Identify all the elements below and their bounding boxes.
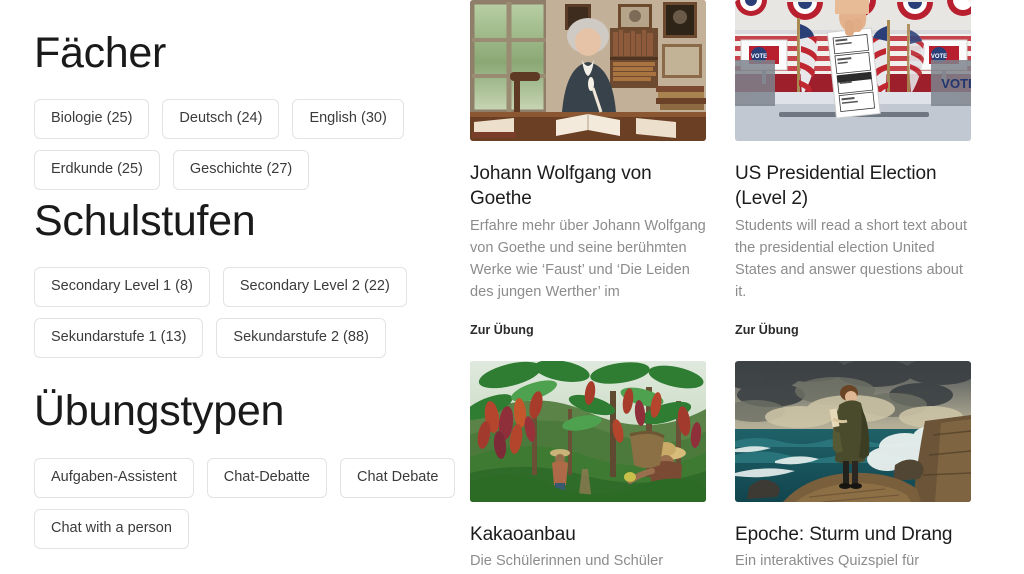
goethe-at-desk-illustration[interactable] — [470, 0, 706, 141]
filter-chip-erdkunde[interactable]: Erdkunde (25) — [34, 150, 160, 191]
card-description: Erfahre mehr über Johann Wolfgang von Go… — [470, 217, 706, 301]
filter-chip-chat-with-a-person[interactable]: Chat with a person — [34, 508, 189, 549]
filter-sidebar: Fächer Biologie (25) Deutsch (24) Englis… — [0, 0, 460, 574]
result-card-us-election[interactable]: VOTE VOTE VOT US Presidential Election (… — [735, 0, 971, 339]
ballot-box-us-flags-photo[interactable]: VOTE VOTE VOT — [735, 0, 971, 141]
card-description: Students will read a short text about th… — [735, 217, 968, 301]
card-title: US Presidential Election (Level 2) — [735, 163, 937, 210]
filter-chip-aufgaben-assistent[interactable]: Aufgaben-Assistent — [34, 457, 194, 498]
facet-title-exercise-types: Übungstypen — [34, 387, 285, 436]
facet-chip-list-subjects: Biologie (25) Deutsch (24) English (30) … — [34, 99, 460, 191]
filter-chip-geschichte[interactable]: Geschichte (27) — [172, 150, 310, 191]
svg-text:VOTE: VOTE — [751, 54, 767, 60]
filter-chip-secondary-level-2[interactable]: Secondary Level 2 (22) — [222, 267, 407, 308]
card-link-zur-uebung[interactable]: Zur Übung — [470, 323, 534, 337]
filter-chip-deutsch[interactable]: Deutsch (24) — [162, 99, 280, 140]
facet-chip-list-school-levels: Secondary Level 1 (8) Secondary Level 2 … — [34, 267, 460, 359]
card-link-zur-uebung[interactable]: Zur Übung — [735, 323, 799, 337]
card-title: Johann Wolfgang von Goethe — [470, 163, 652, 210]
filter-chip-chat-debatte[interactable]: Chat-Debatte — [206, 457, 327, 498]
filter-chip-sekundarstufe-2[interactable]: Sekundarstufe 2 (88) — [216, 318, 386, 359]
cocoa-plantation-photo[interactable] — [470, 361, 706, 503]
stormy-cliff-figure-illustration[interactable] — [735, 361, 971, 503]
card-description: Ein interaktives Quizspiel für — [735, 553, 920, 570]
filter-chip-sekundarstufe-1[interactable]: Sekundarstufe 1 (13) — [34, 318, 204, 359]
facet-title-subjects: Fächer — [34, 29, 167, 77]
facet-exercise-types: Übungstypen Aufgaben-Assistent Chat-Deba… — [34, 387, 460, 549]
filter-chip-secondary-level-1[interactable]: Secondary Level 1 (8) — [34, 267, 210, 308]
card-title: Kakaoanbau — [470, 524, 576, 546]
card-title: Epoche: Sturm und Drang — [735, 524, 953, 546]
facet-chip-list-exercise-types: Aufgaben-Assistent Chat-Debatte Chat Deb… — [34, 457, 460, 549]
search-results-page: Fächer Biologie (25) Deutsch (24) Englis… — [0, 0, 1024, 574]
result-card-goethe[interactable]: Johann Wolfgang von Goethe Erfahre mehr … — [470, 0, 706, 339]
facet-title-school-levels: Schulstufen — [34, 197, 256, 246]
results-grid: Johann Wolfgang von Goethe Erfahre mehr … — [460, 0, 1024, 574]
result-card-sturm-und-drang[interactable]: Epoche: Sturm und Drang Ein interaktives… — [735, 361, 971, 574]
card-description: Die Schülerinnen und Schüler lernen — [470, 553, 664, 570]
svg-text:VOTE: VOTE — [931, 54, 947, 60]
facet-subjects: Fächer Biologie (25) Deutsch (24) Englis… — [34, 29, 460, 191]
facet-school-levels: Schulstufen Secondary Level 1 (8) Second… — [34, 197, 460, 359]
filter-chip-english[interactable]: English (30) — [292, 99, 404, 140]
svg-text:VOTE: VOTE — [941, 76, 971, 91]
filter-chip-biologie[interactable]: Biologie (25) — [34, 99, 150, 140]
filter-chip-chat-debate[interactable]: Chat Debate — [340, 457, 456, 498]
result-card-kakaoanbau[interactable]: Kakaoanbau Die Schülerinnen und Schüler … — [470, 361, 706, 574]
